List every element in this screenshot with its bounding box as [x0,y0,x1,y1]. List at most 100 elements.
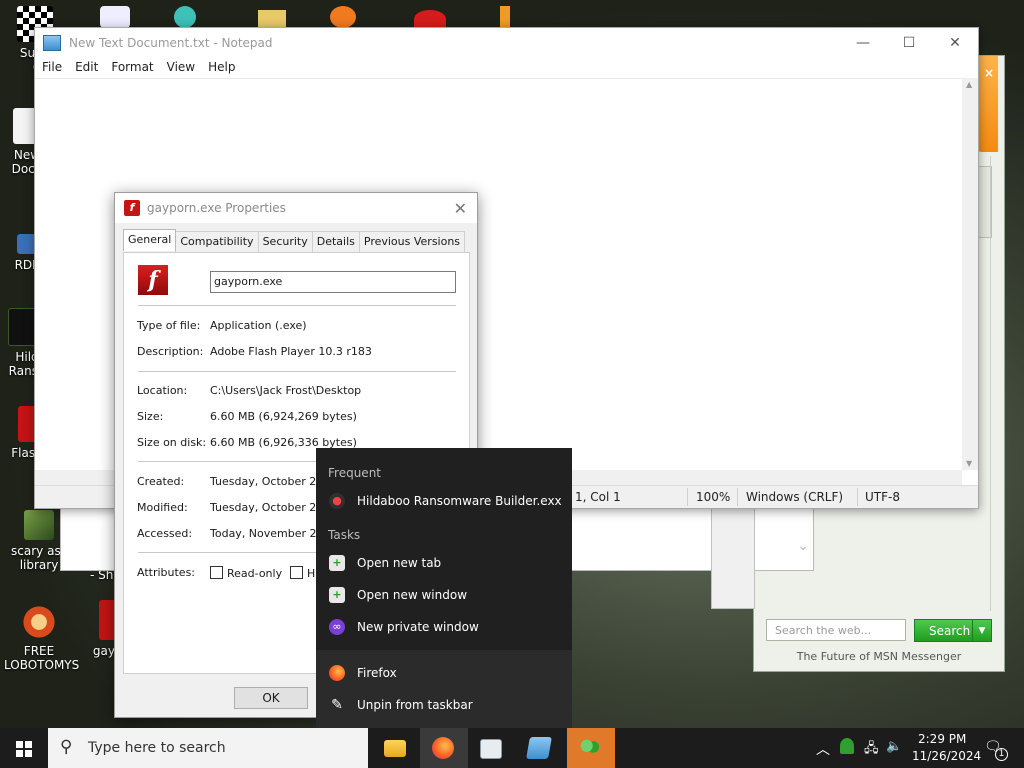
attributes-label: Attributes: [137,566,196,579]
tab-compatibility[interactable]: Compatibility [175,231,259,253]
notepad-title: New Text Document.txt - Notepad [69,36,273,50]
jump-list-footer: Firefox ✎ Unpin from taskbar [316,650,572,728]
msn-search-button[interactable]: Search ▼ [914,619,992,642]
modified-label: Modified: [137,501,188,514]
msn-close-button[interactable]: × [984,66,994,80]
desktop-icon-top-3[interactable] [258,10,286,28]
chevron-up-icon[interactable]: ︿ [816,739,830,759]
tab-previous-versions[interactable]: Previous Versions [358,231,466,253]
status-encoding: UTF-8 [865,490,900,504]
divider [138,305,456,306]
description-value: Adobe Flash Player 10.3 r183 [210,345,372,358]
app-name-label: Firefox [357,666,397,680]
desktop-icon-top-2[interactable] [174,6,196,28]
ransomware-app-icon: ● [329,493,345,509]
chevron-down-icon[interactable]: ▼ [972,620,991,641]
search-icon: ⚲ [60,737,73,757]
start-button[interactable] [0,728,48,768]
location-value: C:\Users\Jack Frost\Desktop [210,384,362,397]
created-label: Created: [137,475,185,488]
menu-view[interactable]: View [162,58,203,78]
tab-security[interactable]: Security [257,231,313,253]
properties-title-bar[interactable]: f gayporn.exe Properties ✕ [115,193,477,223]
vertical-scrollbar[interactable]: ▲ ▼ [962,78,978,470]
taskbar-app-3[interactable] [468,728,516,768]
msn-search-button-label: Search [929,624,971,638]
scroll-up-icon[interactable]: ▲ [966,80,972,89]
status-zoom: 100% [696,490,731,504]
new-window-icon: + [329,587,345,603]
task-label: Open new tab [357,556,442,570]
taskbar-search-box[interactable]: ⚲ Type here to search [48,728,368,768]
created-value: Tuesday, October 22, [210,475,327,488]
scroll-down-icon[interactable]: ▼ [966,459,972,468]
readonly-checkbox[interactable]: Read-only [210,566,282,580]
size-label: Size: [137,410,164,423]
ok-button[interactable]: OK [234,687,308,709]
menu-file[interactable]: File [37,58,70,78]
task-label: Open new window [357,588,468,602]
windows-logo-icon [16,741,32,757]
network-icon[interactable]: 🖧 [864,739,879,761]
msn-search-input[interactable]: Search the web... [766,619,906,641]
desktop-icon-top-1[interactable] [100,6,130,28]
menu-edit[interactable]: Edit [70,58,106,78]
volume-icon[interactable]: 🔈 [886,739,902,754]
clock-date[interactable]: 11/26/2024 [912,749,981,763]
firefox-icon [329,665,345,681]
minimize-button[interactable]: — [840,35,886,51]
firefox-jump-list: Frequent ● Hildaboo Ransomware Builder.e… [316,448,572,728]
properties-title: gayporn.exe Properties [147,201,286,215]
notepad-icon [43,35,61,51]
folder-icon [384,740,406,757]
desktop-icon-top-4[interactable] [330,6,356,28]
taskbar-firefox[interactable] [420,728,468,768]
clock-time[interactable]: 2:29 PM [918,732,966,746]
close-button[interactable]: ✕ [454,199,467,218]
type-value: Application (.exe) [210,319,307,332]
chevron-down-icon: ⌄ [797,538,809,554]
menu-format[interactable]: Format [106,58,161,78]
desktop-icon-top-6[interactable] [500,6,510,28]
task-open-new-window[interactable]: + Open new window [316,580,572,610]
open-firefox[interactable]: Firefox [316,658,572,688]
hidden-checkbox[interactable]: Hi [290,566,318,580]
desktop-icon-top-5[interactable] [414,10,446,28]
accessed-label: Accessed: [137,527,193,540]
frequent-item-label: Hildaboo Ransomware Builder.exx [357,494,562,508]
maximize-button[interactable]: ☐ [886,35,932,51]
accessed-value: Today, November 26, [210,527,328,540]
desktop-icon-label: FREE [23,644,55,658]
desktop-icon-free-lobotomys[interactable]: FREE LOBOTOMYS [4,604,80,672]
task-open-new-tab[interactable]: + Open new tab [316,548,572,578]
location-label: Location: [137,384,188,397]
menu-help[interactable]: Help [203,58,243,78]
taskbar-file-explorer[interactable] [372,728,420,768]
unpin-label: Unpin from taskbar [357,698,473,712]
taskbar-notepad[interactable] [516,728,564,768]
tab-details[interactable]: Details [311,231,360,253]
filename-field[interactable]: gayporn.exe [210,271,456,293]
messenger-tray-icon[interactable] [840,738,854,754]
window-app-icon [480,739,502,759]
library-icon [24,510,54,540]
tab-general[interactable]: General [123,229,177,251]
task-new-private-window[interactable]: ∞ New private window [316,612,572,642]
size-on-disk-label: Size on disk: [137,436,207,449]
msn-footer-text: The Future of MSN Messenger [796,650,962,663]
checkbox-icon[interactable] [210,566,223,579]
status-position: 1, Col 1 [575,490,621,504]
notepad-title-bar[interactable]: New Text Document.txt - Notepad — ☐ ✕ [35,28,978,58]
flash-file-icon: f [138,265,168,295]
desktop-icon-label-2: LOBOTOMYS [4,658,80,672]
frequent-item-hildaboo[interactable]: ● Hildaboo Ransomware Builder.exx [316,486,572,516]
frequent-header: Frequent [328,466,381,480]
close-button[interactable]: ✕ [932,35,978,51]
checkbox-icon[interactable] [290,566,303,579]
size-value: 6.60 MB (6,924,269 bytes) [210,410,357,423]
taskbar-msn-messenger[interactable] [567,728,615,768]
properties-tabs: General Compatibility Security Details P… [123,229,466,253]
new-tab-icon: + [329,555,345,571]
taskbar: ⚲ Type here to search ︿ 🖧 🔈 2:29 PM 11/2… [0,728,1024,768]
unpin-from-taskbar[interactable]: ✎ Unpin from taskbar [316,690,572,720]
